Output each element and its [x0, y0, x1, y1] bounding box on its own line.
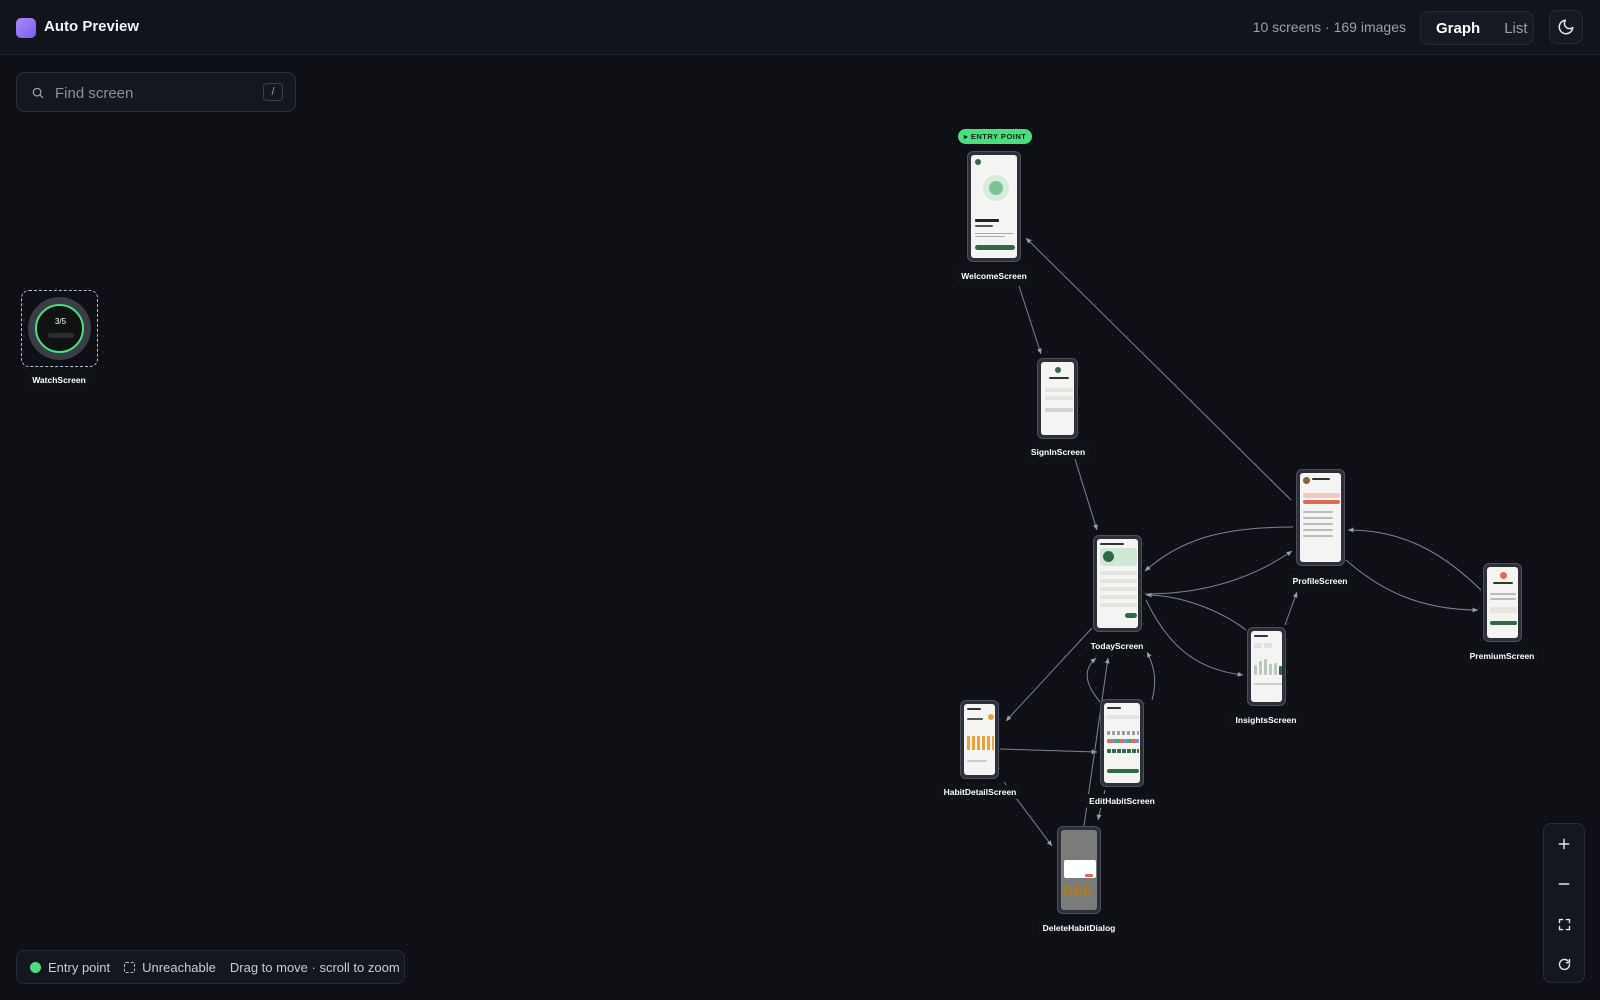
- edge-signin-today: [1074, 458, 1098, 531]
- reset-icon: [1558, 958, 1570, 970]
- watch-progress-text: 3/5: [54, 317, 67, 326]
- edge-welcome-signin: [1018, 285, 1042, 355]
- edge-today-habitdetail: [1005, 627, 1093, 722]
- node-label-profile: ProfileScreen: [1287, 574, 1353, 588]
- graph-edges: [999, 237, 1482, 847]
- edge-today-profile: [1144, 550, 1293, 595]
- edge-detail-edit: [999, 748, 1098, 755]
- entry-point-dot: [30, 961, 41, 973]
- zoom-controls: [1543, 823, 1585, 983]
- legend-unreachable-label: Unreachable: [142, 959, 216, 975]
- zoom-in-button[interactable]: [1544, 824, 1584, 864]
- node-watch-screen[interactable]: 3/5: [21, 290, 98, 367]
- edge-edit-today-a: [1086, 657, 1101, 703]
- edge-edit-today-b: [1146, 651, 1156, 701]
- node-today-screen[interactable]: [1093, 535, 1142, 632]
- node-insights-screen[interactable]: [1247, 627, 1286, 706]
- node-label-habit-detail: HabitDetailScreen: [938, 785, 1022, 799]
- unreachable-swatch: [124, 961, 136, 973]
- node-premium-screen[interactable]: [1483, 563, 1522, 642]
- node-label-insights: InsightsScreen: [1230, 713, 1302, 727]
- find-screen-search: /: [16, 72, 296, 112]
- node-delete-habit-dialog[interactable]: [1057, 826, 1101, 914]
- node-label-premium: PremiumScreen: [1464, 649, 1540, 663]
- node-label-delete-dialog: DeleteHabitDialog: [1037, 921, 1121, 935]
- edge-profile-premium: [1345, 559, 1479, 613]
- node-label-today: TodayScreen: [1085, 639, 1149, 653]
- edge-insights-today: [1145, 592, 1247, 631]
- search-icon: [32, 87, 44, 99]
- node-label-welcome: WelcomeScreen: [956, 269, 1032, 283]
- entry-point-badge: ▸ ENTRY POINT: [958, 129, 1033, 144]
- legend-entry-label: Entry point: [48, 959, 111, 975]
- node-label-watch: WatchScreen: [27, 373, 91, 387]
- node-signin-screen[interactable]: [1037, 358, 1078, 439]
- edge-today-insights: [1145, 599, 1244, 677]
- node-edit-habit-screen[interactable]: [1100, 699, 1144, 787]
- node-profile-screen[interactable]: [1296, 469, 1345, 566]
- fit-view-icon: [1558, 918, 1570, 930]
- legend-hint: Drag to move · scroll to zoom: [229, 959, 400, 975]
- search-input[interactable]: [55, 81, 255, 105]
- node-habit-detail-screen[interactable]: [960, 700, 999, 779]
- edge-insights-profile: [1284, 591, 1298, 626]
- legend-bar: Entry point Unreachable Drag to move · s…: [16, 950, 405, 984]
- minus-icon: [1558, 883, 1570, 885]
- plus-icon: [1558, 838, 1570, 850]
- reset-view-button[interactable]: [1544, 944, 1584, 984]
- node-label-edit-habit: EditHabitScreen: [1084, 794, 1160, 808]
- zoom-out-button[interactable]: [1544, 864, 1584, 904]
- edge-premium-profile: [1347, 527, 1482, 591]
- node-welcome-screen[interactable]: [967, 151, 1021, 262]
- node-label-signin: SignInScreen: [1025, 445, 1091, 459]
- fit-view-button[interactable]: [1544, 904, 1584, 944]
- search-shortcut-hint: /: [263, 83, 283, 101]
